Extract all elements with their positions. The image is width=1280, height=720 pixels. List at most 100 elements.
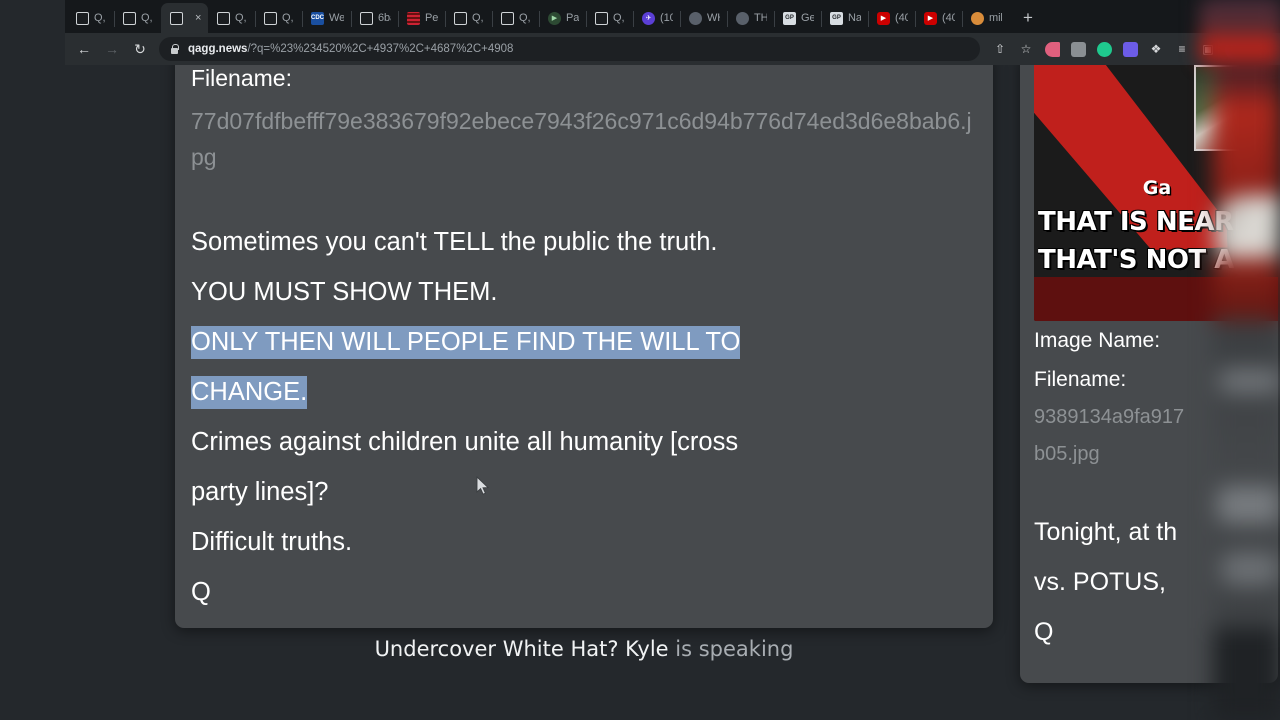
post-body: Sometimes you can't TELL the public the …: [191, 217, 977, 617]
browser-tab[interactable]: GP Geo: [774, 3, 821, 33]
browser-tab[interactable]: Q, T: [492, 3, 539, 33]
post-caption: Undercover White Hat? Kyle is speaking: [175, 637, 993, 661]
post-body-line: Sometimes you can't TELL the public the …: [191, 217, 977, 267]
body-text: Difficult truths.: [191, 528, 353, 556]
document-icon: [454, 11, 467, 25]
browser-tab[interactable]: milit: [962, 3, 1009, 33]
post-body-line: Difficult truths.: [191, 517, 977, 567]
gp-icon: GP: [830, 11, 843, 25]
document-icon: [217, 11, 230, 25]
browser-tab[interactable]: CDC Wee: [302, 3, 351, 33]
url-host: qagg.news: [188, 43, 248, 55]
browser-tab[interactable]: ▶ (408: [868, 3, 915, 33]
back-button[interactable]: ←: [71, 36, 97, 62]
blurred-foreground-overlay: [1213, 0, 1280, 720]
browser-tab-label: (10): [660, 12, 673, 24]
browser-tab-label: Q, T: [141, 12, 154, 24]
youtube-icon: ▶: [924, 11, 937, 25]
browser-tab-label: 6ba: [378, 12, 391, 24]
body-text: Q: [191, 578, 211, 606]
document-icon: [360, 11, 373, 25]
gp-icon: GP: [783, 11, 796, 25]
browser-tab-label: Q, T: [94, 12, 107, 24]
cdc-icon: CDC: [311, 11, 324, 25]
browser-tab-label: (408: [895, 12, 908, 24]
browser-tab-label: milit: [989, 12, 1002, 24]
browser-tab-label: WHA: [707, 12, 720, 24]
play-circle-icon: ▶: [548, 11, 561, 25]
browser-tab-label: Geo: [801, 12, 814, 24]
puzzle-extension-icon[interactable]: ❖: [1144, 37, 1168, 61]
browser-tab-label: Q, T: [282, 12, 295, 24]
pink-arrow-extension-icon[interactable]: [1040, 37, 1064, 61]
filename-label: Filename:: [191, 65, 292, 91]
globe-icon: [689, 11, 702, 25]
browser-tab-label: (408: [942, 12, 955, 24]
browser-tab[interactable]: Q, T: [114, 3, 161, 33]
share-icon[interactable]: ⇧: [988, 37, 1012, 61]
globe-icon: [736, 11, 749, 25]
telegram-icon: ✈: [642, 11, 655, 25]
browser-tab[interactable]: GP Nan: [821, 3, 868, 33]
caption-muted-text: is speaking: [668, 637, 794, 661]
browser-tab[interactable]: ✈ (10): [633, 3, 680, 33]
browser-tab[interactable]: ▶ Pate: [539, 3, 586, 33]
browser-tab[interactable]: Q, T: [255, 3, 302, 33]
browser-tab-label: Q, T: [472, 12, 485, 24]
avatar-icon: [971, 11, 984, 25]
document-icon: [595, 11, 608, 25]
address-bar[interactable]: qagg.news /?q=%23%234520%2C+4937%2C+4687…: [159, 37, 980, 61]
browser-tab-label: Pate: [566, 12, 579, 24]
screenshot-root: Q, T Q, T C× Q, T Q, T CDC Wee 6ba Pen Q, T Q, T ▶ P…: [0, 0, 1280, 720]
tab-strip: Q, T Q, T C× Q, T Q, T CDC Wee 6ba Pen Q, T Q, T ▶ P…: [65, 0, 1280, 33]
post-card-main: Filename: 77d07fdfbefff79e383679f92ebece…: [175, 65, 993, 628]
browser-tab-label: THIS: [754, 12, 767, 24]
browser-tab-label: Nan: [848, 12, 861, 24]
browser-tab[interactable]: ▶ (408: [915, 3, 962, 33]
caption-strong-text: Undercover White Hat? Kyle: [374, 637, 669, 661]
forward-button[interactable]: →: [99, 36, 125, 62]
document-icon: [76, 11, 89, 25]
url-path: /?q=%23%234520%2C+4937%2C+4687%2C+4908: [247, 43, 514, 55]
document-icon: [501, 11, 514, 25]
document-icon: [123, 11, 136, 25]
post-body-line: CHANGE.: [191, 367, 977, 417]
post-body-line: ONLY THEN WILL PEOPLE FIND THE WILL TO: [191, 317, 977, 367]
browser-tab[interactable]: Q, T: [445, 3, 492, 33]
page-viewport: Filename: 77d07fdfbefff79e383679f92ebece…: [65, 65, 1280, 720]
lock-icon: [169, 44, 180, 55]
tab-close-icon[interactable]: ×: [195, 12, 201, 24]
new-tab-button[interactable]: +: [1015, 5, 1041, 31]
browser-tab-label: Q, T: [613, 12, 626, 24]
youtube-icon: ▶: [877, 11, 890, 25]
filename-value: 77d07fdfbefff79e383679f92ebece7943f26c97…: [191, 108, 972, 170]
post-body-line: Crimes against children unite all humani…: [191, 417, 977, 467]
browser-tab[interactable]: Pen: [398, 3, 445, 33]
browser-tab[interactable]: WHA: [680, 3, 727, 33]
browser-tab[interactable]: Q, T: [208, 3, 255, 33]
browser-tab-label: Q, T: [235, 12, 248, 24]
reload-button[interactable]: ↻: [127, 36, 153, 62]
bookmark-star-icon[interactable]: ☆: [1014, 37, 1038, 61]
gray-square-extension-icon[interactable]: [1066, 37, 1090, 61]
browser-tab[interactable]: 6ba: [351, 3, 398, 33]
body-text: Crimes against children unite all humani…: [191, 428, 739, 456]
green-circle-extension-icon[interactable]: [1092, 37, 1116, 61]
browser-window: Q, T Q, T C× Q, T Q, T CDC Wee 6ba Pen Q, T Q, T ▶ P…: [65, 0, 1280, 720]
purple-wave-extension-icon[interactable]: [1118, 37, 1142, 61]
browser-tab[interactable]: THIS: [727, 3, 774, 33]
post-body-line: YOU MUST SHOW THEM.: [191, 267, 977, 317]
browser-tab[interactable]: Q, T: [586, 3, 633, 33]
browser-toolbar: ← → ↻ qagg.news /?q=%23%234520%2C+4937%2…: [65, 33, 1280, 65]
post-body-line: party lines]?: [191, 467, 977, 517]
browser-tab-label: Pen: [425, 12, 438, 24]
highlighted-text: CHANGE.: [191, 376, 308, 409]
blurred-top-right-overlay: [1180, 0, 1280, 62]
browser-tab-label: Wee: [329, 12, 344, 24]
body-text: party lines]?: [191, 478, 329, 506]
browser-tab[interactable]: C×: [161, 3, 208, 33]
body-text: YOU MUST SHOW THEM.: [191, 278, 498, 306]
post-body-line: Q: [191, 567, 977, 617]
highlighted-text: ONLY THEN WILL PEOPLE FIND THE WILL TO: [191, 326, 741, 359]
browser-tab[interactable]: Q, T: [67, 3, 114, 33]
